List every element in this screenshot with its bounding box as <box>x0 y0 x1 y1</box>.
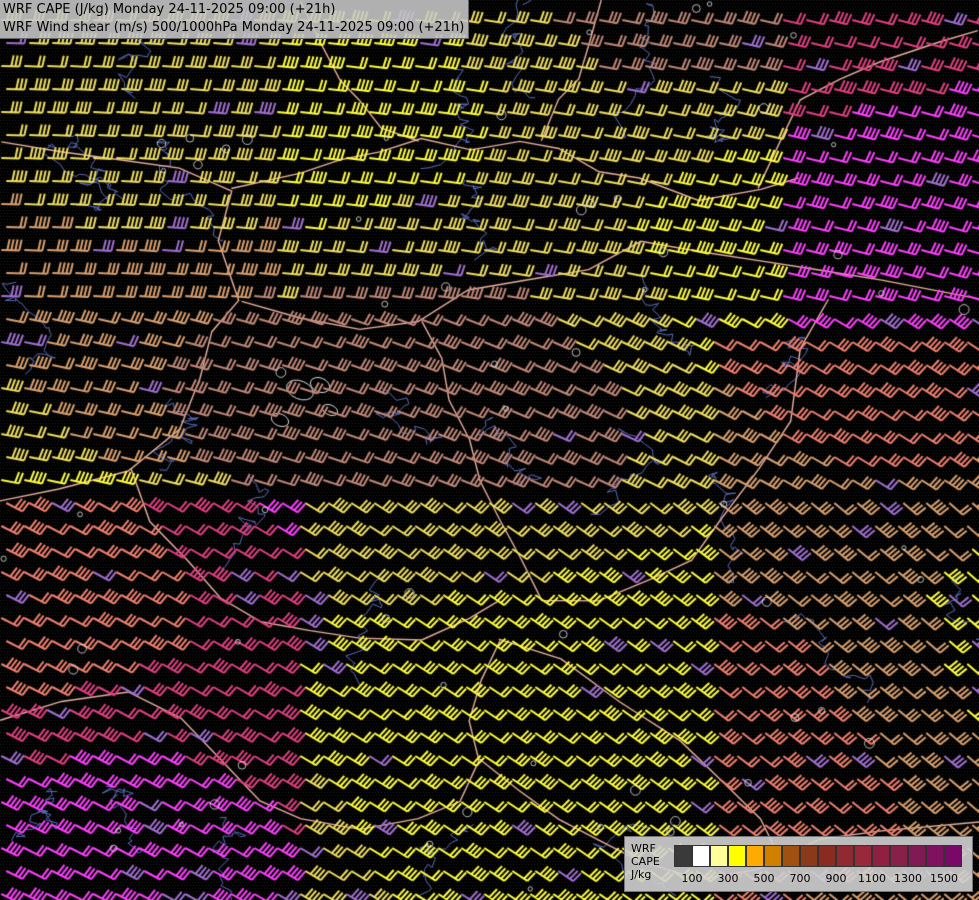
legend-tick: 300 <box>717 872 739 885</box>
map-title-box: WRF CAPE (J/kg) Monday 24-11-2025 09:00 … <box>0 0 470 39</box>
legend-swatch <box>836 845 854 867</box>
legend-title-line: J/kg <box>631 868 652 881</box>
legend-title-line: WRF <box>631 842 656 855</box>
legend-swatch <box>692 845 710 867</box>
legend-swatch <box>674 845 692 867</box>
legend-tick: 1500 <box>930 872 958 885</box>
legend-swatch <box>944 845 962 867</box>
legend-tick-labels: 100 300 500 700 900 1100 1300 1500 <box>674 872 974 886</box>
legend-tick: 500 <box>753 872 775 885</box>
legend-swatch <box>710 845 728 867</box>
legend-title: WRF CAPE J/kg <box>631 842 660 881</box>
cape-title: WRF CAPE (J/kg) Monday 24-11-2025 09:00 … <box>3 2 336 17</box>
legend-tick: 1100 <box>858 872 886 885</box>
cape-legend: WRF CAPE J/kg 100 300 500 700 900 1100 1300 150… <box>624 836 973 892</box>
legend-tick: 1300 <box>894 872 922 885</box>
legend-color-scale <box>674 845 962 867</box>
legend-swatch <box>782 845 800 867</box>
legend-swatch <box>800 845 818 867</box>
wind-shear-map <box>0 0 979 900</box>
legend-swatch <box>890 845 908 867</box>
legend-swatch <box>926 845 944 867</box>
legend-tick: 100 <box>681 872 703 885</box>
legend-swatch <box>854 845 872 867</box>
legend-swatch <box>908 845 926 867</box>
legend-swatch <box>746 845 764 867</box>
wind-shear-title: WRF Wind shear (m/s) 500/1000hPa Monday … <box>3 20 465 35</box>
legend-tick: 700 <box>789 872 811 885</box>
legend-swatch <box>872 845 890 867</box>
legend-tick: 900 <box>825 872 847 885</box>
legend-title-line: CAPE <box>631 855 660 868</box>
legend-swatch <box>818 845 836 867</box>
legend-swatch <box>764 845 782 867</box>
legend-swatch <box>728 845 746 867</box>
